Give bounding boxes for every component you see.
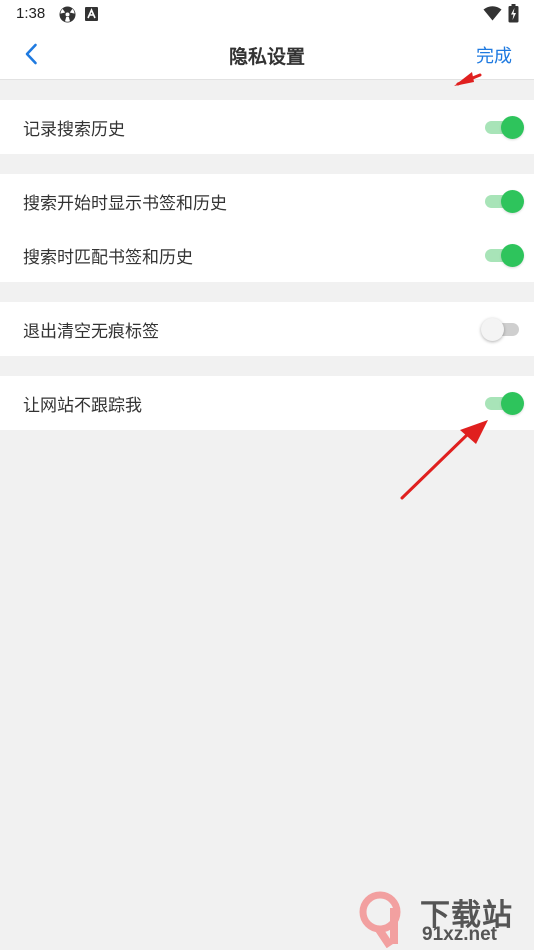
a-badge-icon [85,7,98,21]
status-bar: 1:38 [0,0,534,28]
watermark-domain: 91xz.net [422,924,497,945]
setting-row-show-bookmarks-on-search-start: 搜索开始时显示书签和历史 [0,174,534,228]
setting-label: 让网站不跟踪我 [23,395,142,416]
wifi-icon [483,6,502,21]
record-search-history-toggle[interactable] [483,116,524,139]
watermark: 下载站 91xz.net [358,888,528,948]
match-bookmarks-on-search-toggle[interactable] [483,244,524,267]
settings-group-history: 记录搜索历史 [0,100,534,154]
setting-row-match-bookmarks-on-search: 搜索时匹配书签和历史 [0,228,534,282]
toggle-knob [481,318,504,341]
setting-row-record-search-history: 记录搜索历史 [0,100,534,154]
do-not-track-toggle[interactable] [483,392,524,415]
nav-bar: 隐私设置 完成 [0,28,534,80]
toggle-knob [501,190,524,213]
done-button[interactable]: 完成 [476,42,512,68]
settings-group-incognito: 退出清空无痕标签 [0,302,534,356]
toggle-knob [501,392,524,415]
settings-group-search: 搜索开始时显示书签和历史 搜索时匹配书签和历史 [0,174,534,282]
setting-label: 搜索开始时显示书签和历史 [23,193,227,214]
toggle-knob [501,244,524,267]
setting-row-do-not-track: 让网站不跟踪我 [0,376,534,430]
setting-label: 记录搜索历史 [23,119,125,140]
setting-row-clear-incognito-on-exit: 退出清空无痕标签 [0,302,534,356]
setting-label: 退出清空无痕标签 [23,321,159,342]
show-bookmarks-on-search-start-toggle[interactable] [483,190,524,213]
page-title: 隐私设置 [228,46,305,68]
settings-group-tracking: 让网站不跟踪我 [0,376,534,430]
setting-label: 搜索时匹配书签和历史 [23,247,193,268]
watermark-logo-icon [359,891,401,948]
clear-incognito-on-exit-toggle[interactable] [481,318,521,341]
radiation-icon [59,6,76,23]
status-time: 1:38 [16,5,46,22]
battery-icon [508,4,519,23]
toggle-knob [501,116,524,139]
